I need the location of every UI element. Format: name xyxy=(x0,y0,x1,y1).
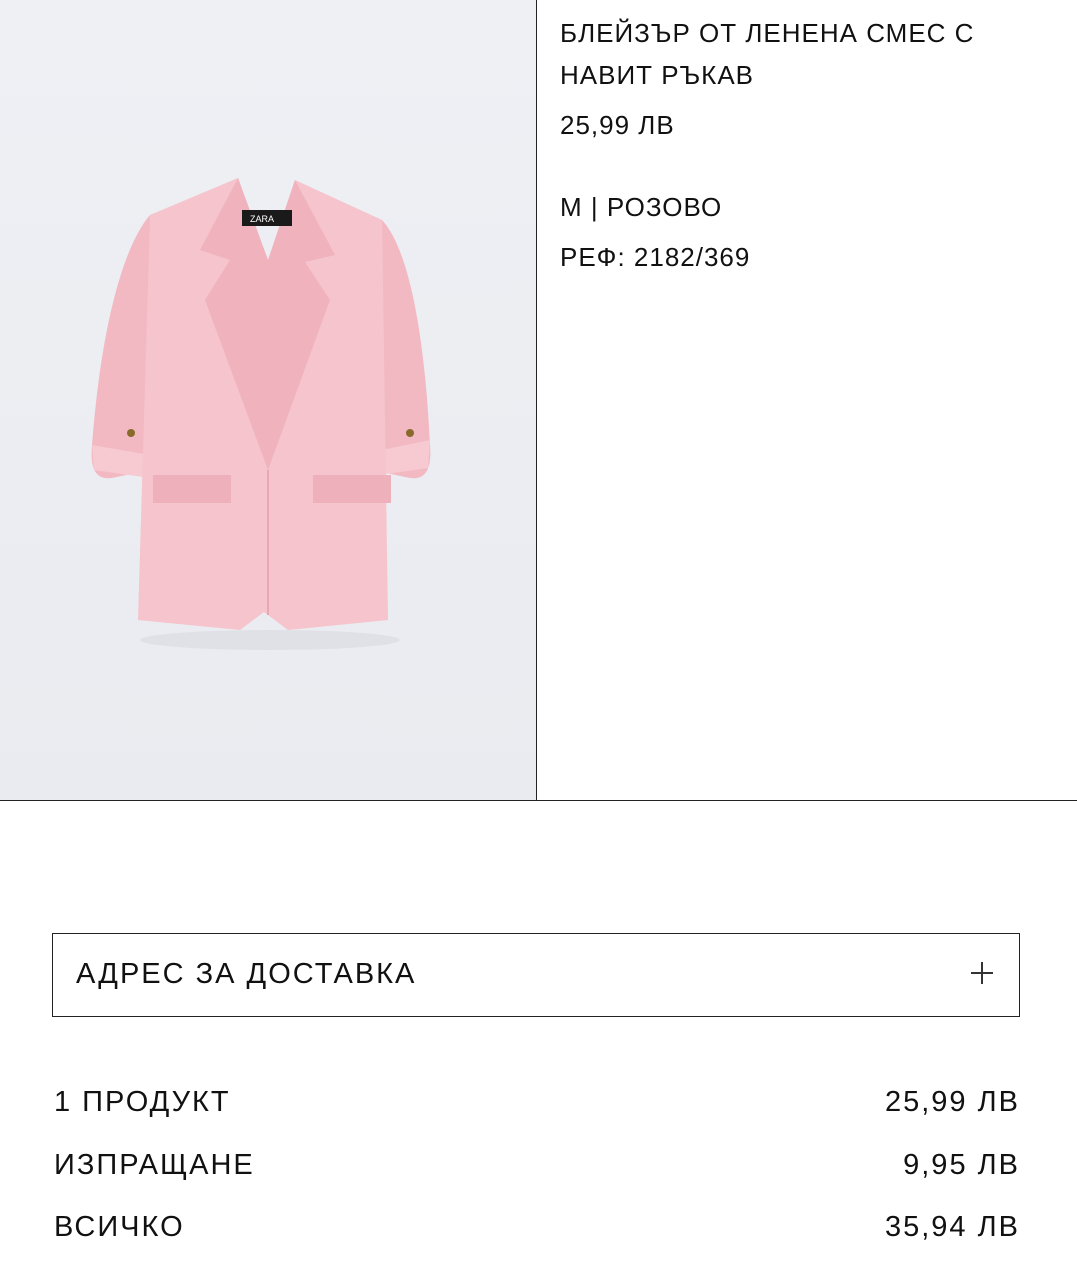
product-title-line2: НАВИТ РЪКАВ xyxy=(560,60,755,90)
shipping-cost: 9,95 ЛВ xyxy=(903,1149,1020,1181)
summary-row-products: 1 ПРОДУКТ 25,99 ЛВ xyxy=(54,1086,1020,1130)
brand-label-text: ZARA xyxy=(250,214,274,224)
product-info: БЛЕЙЗЪР ОТ ЛЕНЕНА СМЕС С НАВИТ РЪКАВ 25,… xyxy=(560,12,1050,278)
plus-icon[interactable] xyxy=(971,962,993,984)
product-image[interactable]: ZARA xyxy=(0,0,537,800)
summary-row-total: ВСИЧКО 35,94 ЛВ xyxy=(54,1211,1020,1255)
product-title-line1: БЛЕЙЗЪР ОТ ЛЕНЕНА СМЕС С xyxy=(560,18,975,48)
products-subtotal: 25,99 ЛВ xyxy=(884,1086,1020,1118)
shipping-label: ИЗПРАЩАНЕ xyxy=(54,1149,255,1181)
blazer-image: ZARA xyxy=(91,178,431,650)
product-variant: M | РОЗОВО xyxy=(560,192,723,222)
delivery-address-label: АДРЕС ЗА ДОСТАВКА xyxy=(76,958,417,990)
cart-product-card[interactable]: ZARA БЛЕЙЗЪР ОТ ЛЕНЕНА СМЕС С НАВИТ РЪКА… xyxy=(0,0,1077,801)
product-reference: РЕФ: 2182/369 xyxy=(560,242,751,272)
product-price: 25,99 ЛВ xyxy=(560,110,675,140)
total-amount: 35,94 ЛВ xyxy=(884,1211,1020,1243)
product-title[interactable]: БЛЕЙЗЪР ОТ ЛЕНЕНА СМЕС С НАВИТ РЪКАВ xyxy=(560,12,1050,96)
delivery-address-toggle[interactable]: АДРЕС ЗА ДОСТАВКА xyxy=(52,933,1020,1017)
total-label: ВСИЧКО xyxy=(54,1211,185,1243)
products-count-label: 1 ПРОДУКТ xyxy=(54,1086,231,1118)
summary-row-shipping: ИЗПРАЩАНЕ 9,95 ЛВ xyxy=(54,1149,1020,1193)
